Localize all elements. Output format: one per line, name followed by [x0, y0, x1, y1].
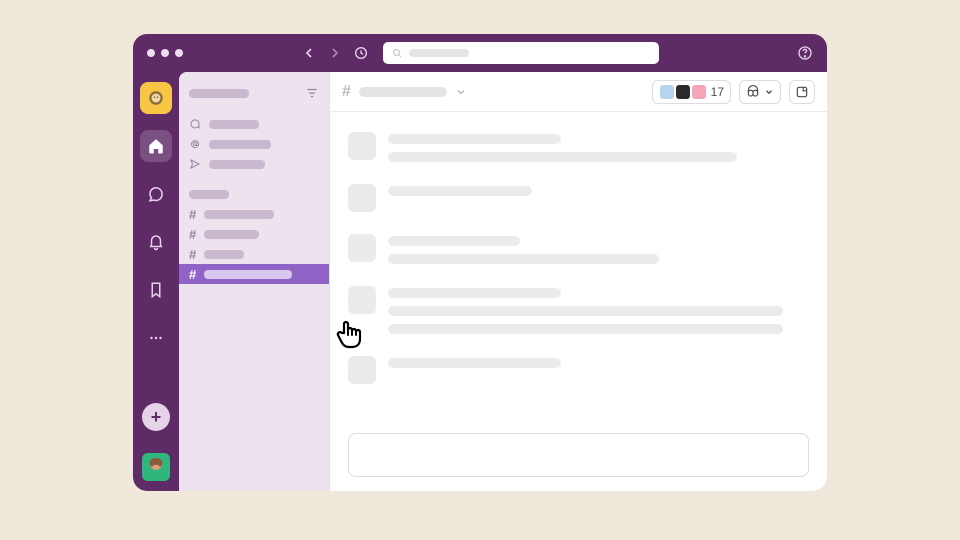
workspace-logo-icon [147, 89, 165, 107]
huddle-icon [746, 85, 760, 99]
workspace-name-placeholder [189, 89, 249, 98]
message-item[interactable] [348, 132, 799, 162]
rail-activity[interactable] [140, 226, 172, 258]
rail-home[interactable] [140, 130, 172, 162]
message-item[interactable] [348, 356, 799, 384]
hash-icon: # [189, 247, 196, 262]
sidebar-channel-2[interactable]: # [179, 244, 329, 264]
sidebar-header[interactable] [179, 82, 329, 104]
main-panel: # 17 [329, 72, 827, 491]
sidebar-channel-1[interactable]: # [179, 224, 329, 244]
message-line [388, 186, 532, 196]
section-label [189, 190, 229, 199]
nav-forward-icon[interactable] [327, 45, 343, 61]
workspace-switcher[interactable] [140, 82, 172, 114]
huddle-button[interactable] [739, 80, 781, 104]
sidebar-section-channels[interactable] [179, 184, 329, 204]
chevron-down-icon [764, 87, 774, 97]
history-icon[interactable] [353, 45, 369, 61]
left-rail: + [133, 72, 179, 491]
search-placeholder [409, 49, 469, 57]
avatar-image [142, 453, 170, 481]
message-list [330, 112, 827, 433]
more-icon [147, 329, 165, 347]
message-item[interactable] [348, 234, 799, 264]
message-avatar [348, 132, 376, 160]
message-avatar [348, 234, 376, 262]
nav-back-icon[interactable] [301, 45, 317, 61]
message-line [388, 324, 783, 334]
filter-icon[interactable] [305, 86, 319, 100]
message-avatar [348, 356, 376, 384]
channel-label [204, 210, 274, 219]
sidebar-channel-0[interactable]: # [179, 204, 329, 224]
sidebar-item-label [209, 120, 259, 129]
threads-icon [189, 118, 201, 130]
at-icon [189, 138, 201, 150]
canvas-button[interactable] [789, 80, 815, 104]
message-line [388, 288, 561, 298]
message-avatar [348, 184, 376, 212]
rail-more[interactable] [140, 322, 172, 354]
plus-icon: + [151, 407, 162, 428]
search-icon [391, 47, 403, 59]
window-close-dot[interactable] [147, 49, 155, 57]
hash-icon: # [189, 207, 196, 222]
window-maximize-dot[interactable] [175, 49, 183, 57]
message-composer[interactable] [348, 433, 809, 477]
nav-controls [301, 42, 659, 64]
sidebar-threads[interactable] [179, 114, 329, 134]
hash-icon: # [189, 227, 196, 242]
rail-later[interactable] [140, 274, 172, 306]
message-line [388, 236, 520, 246]
message-line [388, 152, 737, 162]
member-count-button[interactable]: 17 [652, 80, 731, 104]
send-icon [189, 158, 201, 170]
message-line [388, 134, 561, 144]
app-body: + [133, 72, 827, 491]
message-avatar [348, 286, 376, 314]
member-count: 17 [711, 85, 724, 99]
message-line [388, 254, 659, 264]
app-window: + [133, 34, 827, 491]
channel-label [204, 250, 244, 259]
channel-name-placeholder[interactable] [359, 87, 447, 97]
member-avatar [691, 84, 707, 100]
sidebar-mentions[interactable] [179, 134, 329, 154]
message-line [388, 358, 561, 368]
create-new-button[interactable]: + [142, 403, 170, 431]
workspace-content: # # # # # [179, 72, 827, 491]
home-icon [147, 137, 165, 155]
help-icon[interactable] [797, 45, 813, 61]
dm-icon [147, 185, 165, 203]
search-input[interactable] [383, 42, 659, 64]
hash-icon: # [342, 83, 351, 101]
hash-icon: # [189, 267, 196, 282]
message-line [388, 306, 783, 316]
message-item[interactable] [348, 286, 799, 334]
chevron-down-icon[interactable] [455, 86, 467, 98]
member-avatar [659, 84, 675, 100]
sidebar-channel-3[interactable]: # [179, 264, 329, 284]
window-minimize-dot[interactable] [161, 49, 169, 57]
bookmark-icon [147, 281, 165, 299]
user-avatar[interactable] [142, 453, 170, 481]
rail-dms[interactable] [140, 178, 172, 210]
titlebar [133, 34, 827, 72]
member-avatar [675, 84, 691, 100]
bell-icon [147, 233, 165, 251]
channel-header: # 17 [330, 72, 827, 112]
sidebar: # # # # [179, 72, 329, 491]
canvas-icon [795, 85, 809, 99]
message-item[interactable] [348, 184, 799, 212]
channel-label [204, 270, 292, 279]
sidebar-item-label [209, 160, 265, 169]
channel-label [204, 230, 259, 239]
sidebar-item-label [209, 140, 271, 149]
sidebar-drafts[interactable] [179, 154, 329, 174]
